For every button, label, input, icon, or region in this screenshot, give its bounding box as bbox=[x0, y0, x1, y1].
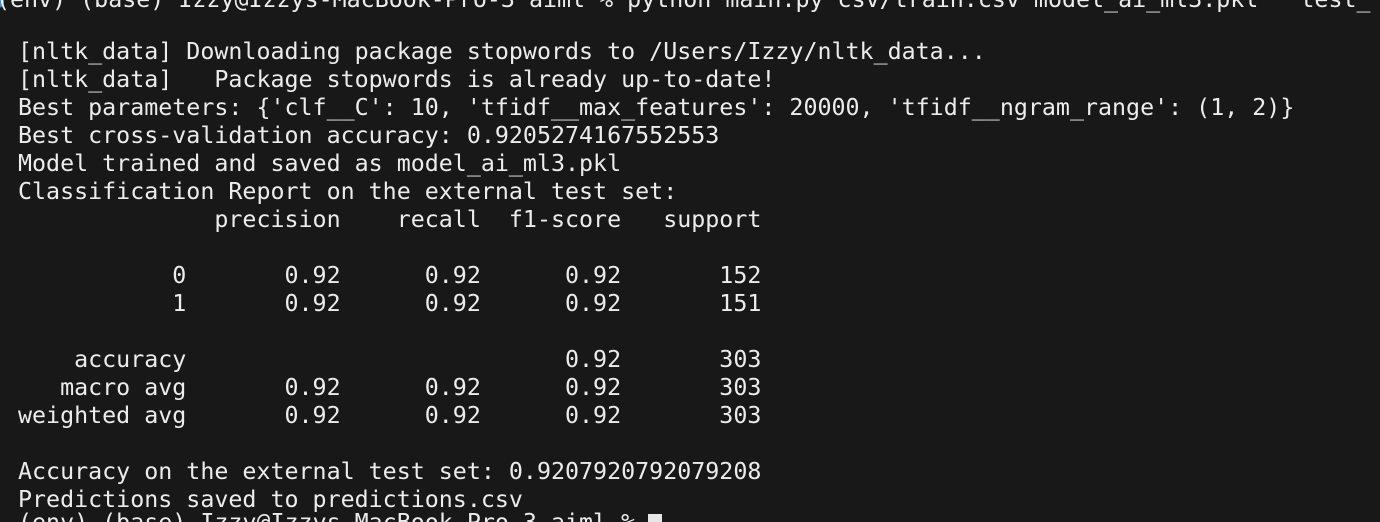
nltk-download-line: [nltk_data] Downloading package stopword… bbox=[18, 38, 986, 65]
report-title-line: Classification Report on the external te… bbox=[18, 178, 678, 205]
model-saved-line: Model trained and saved as model_ai_ml3.… bbox=[18, 150, 622, 177]
report-header-row: precision recall f1-score support bbox=[18, 206, 762, 233]
terminal-window[interactable]: (env) (base) Izzy@Izzys-MacBook-Pro-3 ai… bbox=[0, 0, 1380, 522]
report-row-macro-avg: macro avg 0.92 0.92 0.92 303 bbox=[18, 374, 762, 401]
external-accuracy-line: Accuracy on the external test set: 0.920… bbox=[18, 458, 762, 485]
text-cursor bbox=[648, 514, 662, 522]
nltk-uptodate-line: [nltk_data] Package stopwords is already… bbox=[18, 66, 776, 93]
report-row-class-0: 0 0.92 0.92 0.92 152 bbox=[18, 262, 762, 289]
report-row-class-1: 1 0.92 0.92 0.92 151 bbox=[18, 290, 762, 317]
current-prompt-line[interactable]: (env) (base) Izzy@Izzys-MacBook-Pro-3 ai… bbox=[18, 509, 649, 522]
previous-command-line: (env) (base) Izzy@Izzys-MacBook-Pro-3 ai… bbox=[0, 0, 1371, 14]
report-row-accuracy: accuracy 0.92 303 bbox=[18, 346, 762, 373]
best-parameters-line: Best parameters: {'clf__C': 10, 'tfidf__… bbox=[18, 94, 1295, 121]
report-row-weighted-avg: weighted avg 0.92 0.92 0.92 303 bbox=[18, 402, 762, 429]
best-cv-accuracy-line: Best cross-validation accuracy: 0.920527… bbox=[18, 122, 720, 149]
